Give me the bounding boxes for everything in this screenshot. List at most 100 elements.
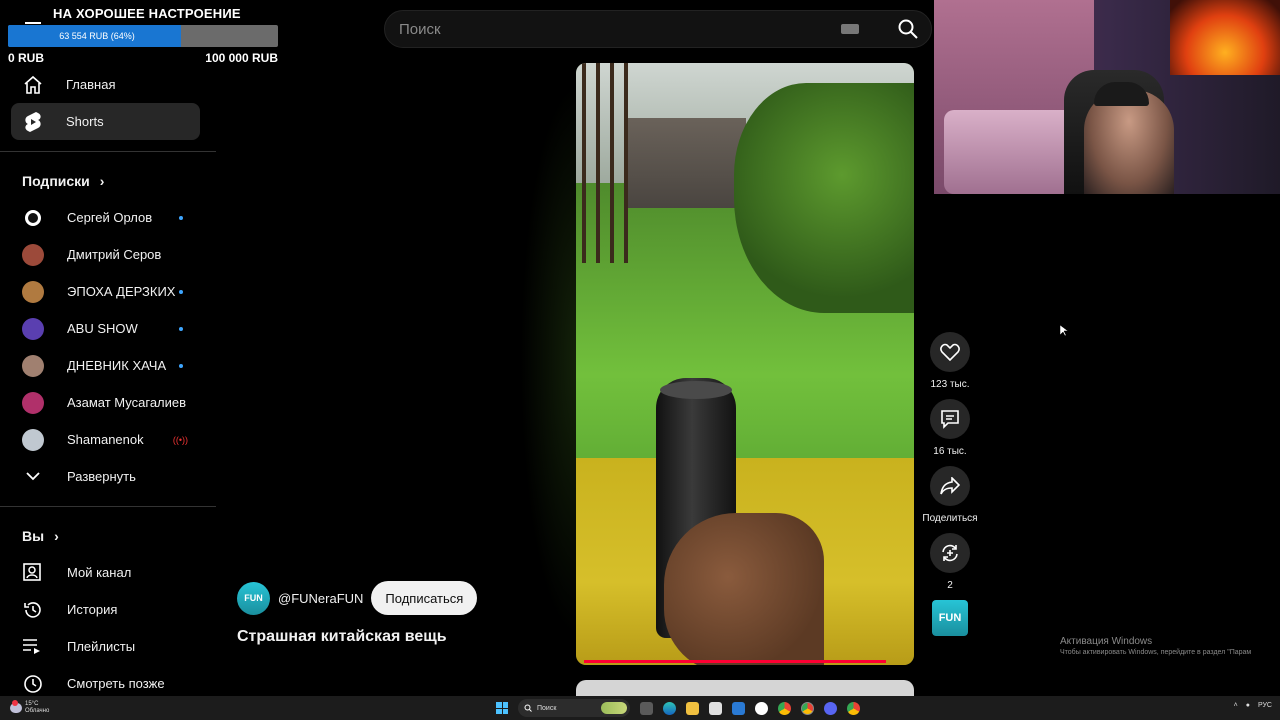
divider (0, 151, 216, 152)
chevron-right-icon: › (99, 173, 105, 189)
share-label: Поделиться (922, 513, 978, 524)
sidebar-item-label: ABU SHOW (67, 321, 138, 336)
remix-button[interactable] (930, 533, 970, 573)
taskbar-search[interactable]: Поиск (518, 699, 630, 717)
sidebar-item-subscription[interactable]: Дмитрий Серов (0, 236, 216, 273)
sidebar-item-shorts[interactable]: Shorts (11, 103, 200, 140)
sidebar-item-label: Плейлисты (67, 639, 136, 654)
weather-widget[interactable]: 15°C Облачно (10, 700, 49, 715)
channel-handle[interactable]: @FUNeraFUN (278, 591, 363, 606)
remix-count: 2 (947, 580, 953, 591)
chrome-second-icon[interactable] (847, 701, 860, 715)
sidebar-item-label: ДНЕВНИК ХАЧА (67, 358, 167, 373)
chrome-icon[interactable] (778, 701, 791, 715)
sidebar-item-home[interactable]: Главная (11, 66, 200, 103)
avatar (25, 209, 41, 226)
home-icon (22, 74, 44, 96)
avatar[interactable]: FUN (237, 581, 270, 615)
sidebar-item-subscription[interactable]: Азамат Мусагалиев (0, 384, 216, 421)
new-content-dot (179, 215, 183, 220)
sidebar-item-subscription[interactable]: ABU SHOW (0, 310, 216, 347)
webcam-cap (1094, 82, 1149, 106)
store-icon[interactable] (709, 701, 722, 715)
language-indicator[interactable]: РУС (1258, 702, 1272, 709)
avatar (22, 317, 44, 340)
sidebar-item-subscription[interactable]: Shamanenok ((•)) (0, 421, 216, 458)
subscriptions-header[interactable]: Подписки › (0, 163, 216, 199)
search-bar (384, 10, 932, 48)
mouse-cursor-icon (1060, 325, 1068, 337)
divider (0, 506, 216, 507)
sidebar-item-label: Сергей Орлов (67, 210, 153, 225)
sidebar-item-label: Shorts (66, 114, 104, 129)
chrome-profile-icon[interactable] (801, 701, 814, 715)
sidebar-item-subscription[interactable]: Сергей Орлов (0, 199, 216, 236)
avatar (22, 280, 44, 303)
channel-thumbnail[interactable]: FUN (932, 600, 968, 636)
clock-icon (22, 673, 44, 695)
sidebar-item-subscription[interactable]: ЭПОХА ДЕРЗКИХ (0, 273, 216, 310)
donation-widget: НА ХОРОШЕЕ НАСТРОЕНИЕ 63 554 RUB (64%) 0… (8, 6, 278, 65)
playlist-icon (22, 636, 44, 658)
microphone-icon[interactable]: ● (1246, 702, 1250, 709)
sidebar-item-label: Главная (66, 77, 116, 92)
donation-min-label: 0 RUB (8, 51, 45, 65)
activation-title: Активация Windows (1060, 636, 1153, 647)
share-icon (940, 477, 960, 495)
sidebar-item-my-channel[interactable]: Мой канал (0, 554, 216, 591)
video-progress-bar[interactable] (584, 660, 886, 663)
search-icon (524, 704, 532, 712)
you-title: Вы (22, 528, 45, 544)
history-icon (22, 599, 44, 621)
video-ambient-glow (520, 80, 580, 640)
remix-icon (942, 544, 958, 562)
task-view-icon[interactable] (640, 701, 653, 715)
sidebar-item-label: Дмитрий Серов (67, 247, 162, 262)
comment-count: 16 тыс. (933, 446, 967, 457)
like-button[interactable] (930, 332, 970, 372)
taskbar-search-label: Поиск (537, 704, 557, 712)
sidebar-item-label: ЭПОХА ДЕРЗКИХ (67, 284, 176, 299)
search-input[interactable] (385, 20, 841, 38)
sidebar-item-playlists[interactable]: Плейлисты (0, 628, 216, 665)
short-title: Страшная китайская вещь (237, 628, 447, 645)
donation-progress-text: 63 554 RUB (64%) (59, 31, 135, 41)
video-frame-shed (626, 118, 746, 208)
subscribe-button[interactable]: Подписаться (371, 581, 478, 615)
avatar (22, 243, 44, 266)
sidebar-item-label: Shamanenok (67, 432, 144, 447)
discord-icon[interactable] (824, 701, 837, 715)
you-header[interactable]: Вы › (0, 518, 216, 554)
comments-button[interactable] (930, 399, 970, 439)
sidebar-item-label: Азамат Мусагалиев (67, 395, 187, 410)
edge-icon[interactable] (663, 701, 676, 715)
keyboard-icon[interactable] (841, 24, 859, 34)
expand-button[interactable]: Развернуть (0, 458, 216, 495)
short-actions: 123 тыс. 16 тыс. Поделиться 2 FUN (918, 332, 982, 636)
subscriptions-title: Подписки (22, 173, 90, 189)
video-frame-fence (582, 63, 632, 263)
live-icon: ((•)) (172, 434, 188, 445)
yandex-icon[interactable] (755, 701, 768, 715)
webcam-overlay (934, 0, 1280, 194)
avatar (22, 354, 44, 377)
search-button[interactable] (885, 11, 931, 47)
chevron-up-icon[interactable]: ˄ (1234, 702, 1238, 709)
donation-progress-bar: 63 554 RUB (64%) (8, 25, 278, 47)
short-video-player[interactable] (576, 63, 914, 665)
windows-start-icon[interactable] (496, 702, 508, 714)
donation-max-label: 100 000 RUB (205, 51, 278, 65)
webcam-fireplace (1170, 0, 1280, 75)
mail-icon[interactable] (732, 701, 745, 715)
webcam-couch (944, 110, 1084, 194)
file-explorer-icon[interactable] (686, 701, 699, 715)
video-frame-bush (734, 83, 914, 313)
new-content-dot (179, 363, 183, 368)
sidebar-item-history[interactable]: История (0, 591, 216, 628)
weather-temp: 15°C (25, 701, 39, 707)
sidebar-item-subscription[interactable]: ДНЕВНИК ХАЧА (0, 347, 216, 384)
shorts-icon (22, 111, 44, 133)
heart-icon (940, 343, 960, 361)
search-highlight-icon (601, 702, 627, 714)
share-button[interactable] (930, 466, 970, 506)
